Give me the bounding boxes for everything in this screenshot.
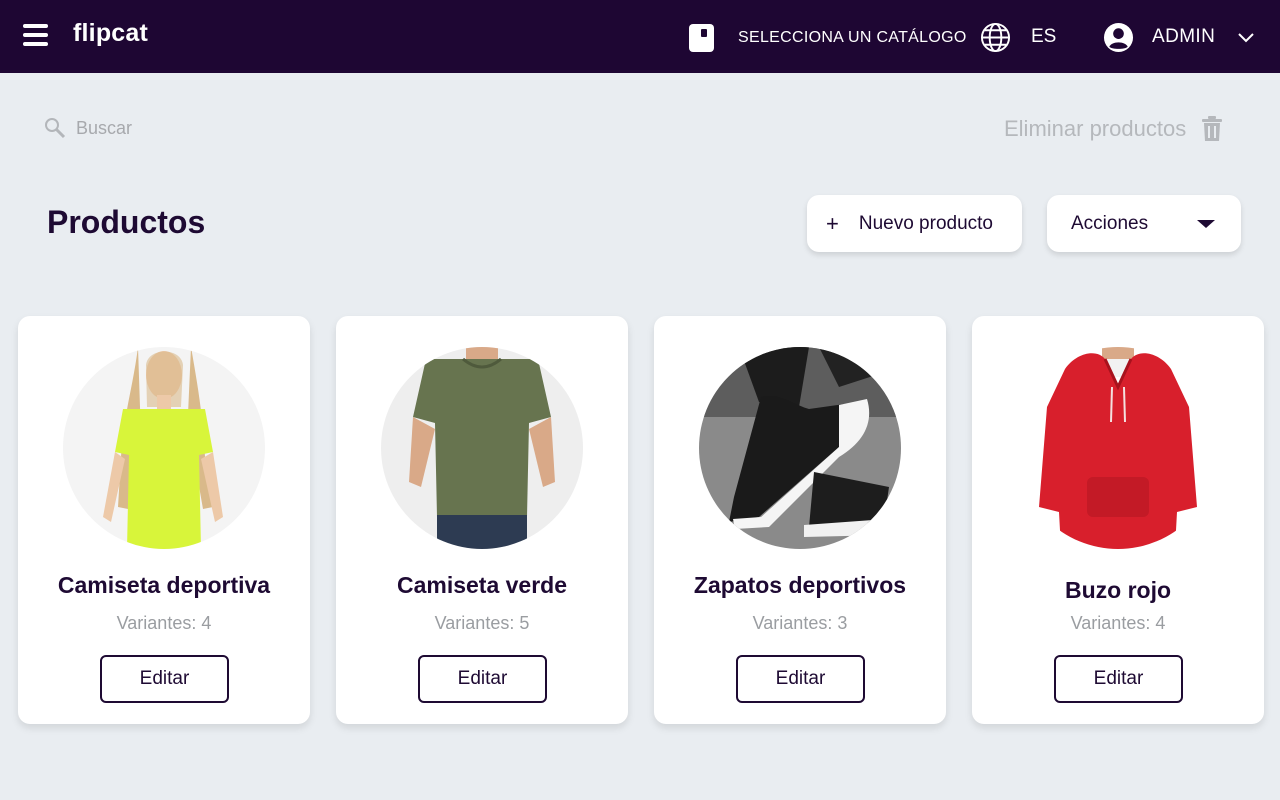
product-image [699,347,901,549]
search-icon [45,118,66,139]
variants-count: 4 [1155,613,1166,633]
user-avatar-icon [1103,22,1134,52]
edit-product-button[interactable]: Editar [1054,655,1183,703]
product-image [381,347,583,549]
variants-label: Variantes: [116,613,197,633]
variants-label: Variantes: [752,613,833,633]
product-name: Buzo rojo [1064,577,1172,603]
product-variants: Variantes: 3 [654,613,946,634]
product-card: Buzo rojo Variantes: 4 Editar [972,316,1264,724]
product-name: Camiseta verde [396,572,568,598]
app-logo[interactable]: flipcat [73,19,148,48]
variants-count: 3 [837,613,848,633]
product-variants: Variantes: 4 [972,613,1264,634]
edit-product-button[interactable]: Editar [418,655,547,703]
edit-product-button[interactable]: Editar [736,655,865,703]
language-selector[interactable]: ES [980,22,1056,52]
delete-products-button[interactable]: Eliminar productos [1004,114,1223,144]
search-input[interactable] [76,117,276,139]
actions-label: Acciones [1071,212,1149,234]
catalog-selector-label: SELECCIONA UN CATÁLOGO [738,29,967,46]
product-image [63,347,265,549]
delete-products-label: Eliminar productos [1004,116,1187,141]
variants-count: 5 [519,613,530,633]
search-bar [44,114,276,142]
variants-label: Variantes: [434,613,515,633]
user-name: ADMIN [1152,26,1216,47]
new-product-label: Nuevo producto [858,212,994,234]
caret-down-icon [1197,220,1215,228]
variants-label: Variantes: [1070,613,1151,633]
product-variants: Variantes: 5 [336,613,628,634]
catalog-icon [689,24,714,52]
user-menu[interactable]: ADMIN [1103,21,1255,53]
globe-icon [980,22,1011,52]
menu-icon[interactable] [23,24,48,46]
trash-icon [1202,116,1223,141]
new-product-button[interactable]: + Nuevo producto [807,195,1022,252]
edit-product-button[interactable]: Editar [100,655,229,703]
product-name: Camiseta deportiva [57,572,271,598]
top-navigation-bar: flipcat SELECCIONA UN CATÁLOGO ES ADMIN [0,0,1280,73]
product-card: Zapatos deportivos Variantes: 3 Editar [654,316,946,724]
page-title: Productos [47,204,206,240]
product-card: Camiseta deportiva Variantes: 4 Editar [18,316,310,724]
chevron-down-icon [1238,33,1254,43]
language-code: ES [1031,26,1057,47]
product-image [1017,347,1219,549]
actions-dropdown[interactable]: Acciones [1047,195,1241,252]
product-name: Zapatos deportivos [693,572,907,598]
product-card: Camiseta verde Variantes: 5 Editar [336,316,628,724]
plus-icon: + [826,210,839,236]
product-variants: Variantes: 4 [18,613,310,634]
catalog-selector[interactable]: SELECCIONA UN CATÁLOGO [689,24,967,52]
variants-count: 4 [201,613,212,633]
